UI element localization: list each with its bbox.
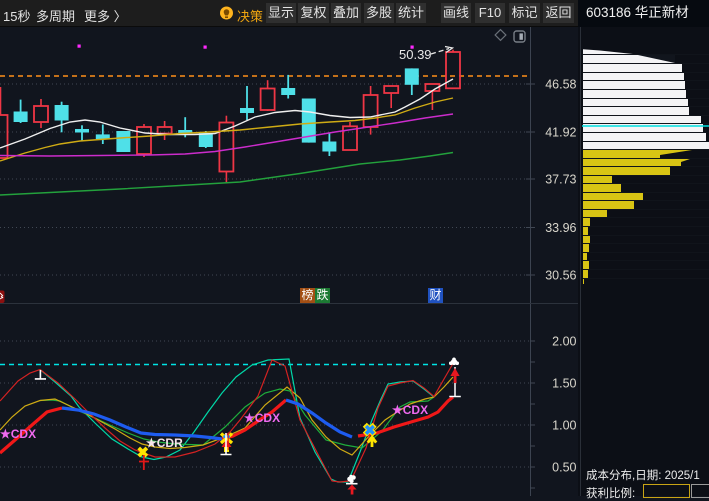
svg-text:✖: ✖: [137, 445, 150, 462]
svg-text:★CDX: ★CDX: [0, 427, 36, 441]
svg-text:✖: ✖: [364, 422, 376, 438]
svg-text:2.00: 2.00: [552, 335, 576, 349]
svg-text:★CDX: ★CDX: [392, 403, 428, 417]
svg-text:33.96: 33.96: [545, 221, 576, 235]
svg-text:★CDX: ★CDX: [244, 411, 280, 425]
svg-text:30.56: 30.56: [545, 269, 576, 283]
svg-text:★CDR: ★CDR: [146, 436, 183, 450]
svg-text:50.39: 50.39: [399, 47, 432, 62]
svg-text:1.00: 1.00: [552, 419, 576, 433]
svg-text:37.73: 37.73: [545, 173, 576, 187]
svg-text:46.58: 46.58: [545, 78, 576, 92]
svg-text:0.50: 0.50: [552, 461, 576, 475]
svg-text:41.92: 41.92: [545, 126, 576, 140]
svg-text:1.50: 1.50: [552, 377, 576, 391]
